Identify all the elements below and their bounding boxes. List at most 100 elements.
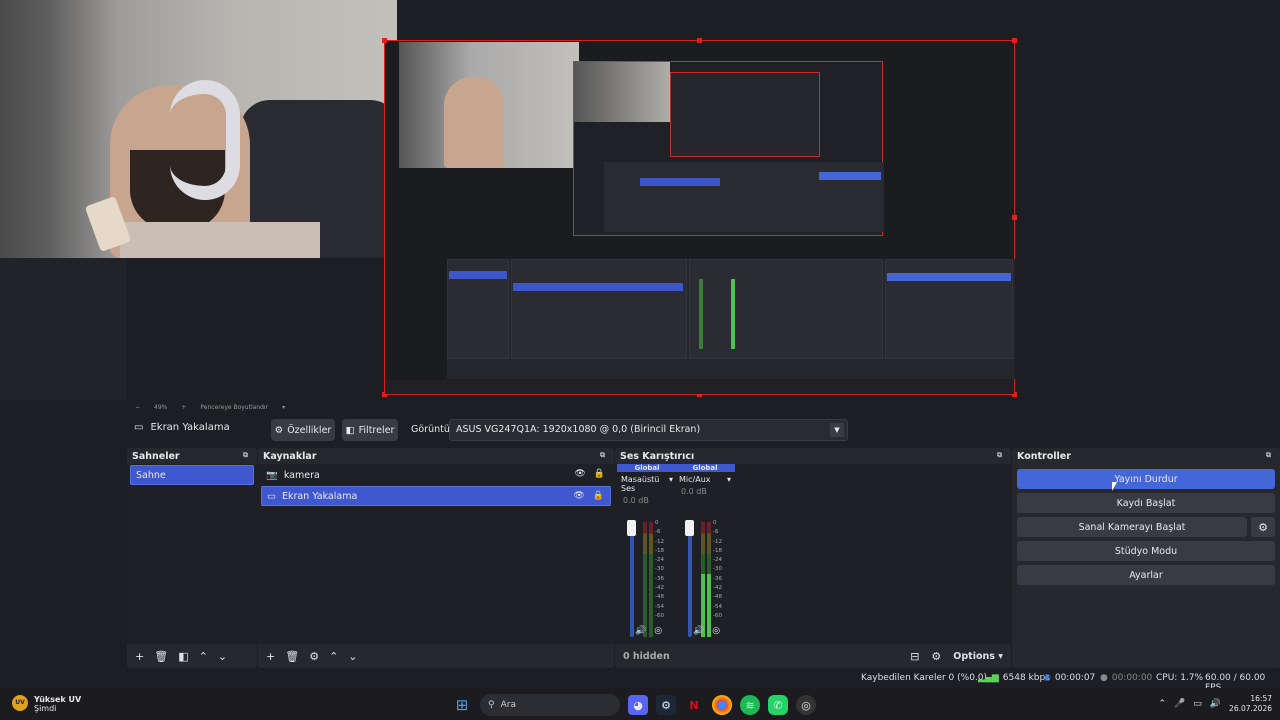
system-tray: ⌃ 🎤 ▭ 🔊 16:57 26.07.2026 bbox=[1159, 694, 1272, 714]
scale-tick: -30 bbox=[713, 566, 722, 573]
weather-widget[interactable]: UV Yüksek UV Şimdi bbox=[12, 695, 81, 713]
eye-icon[interactable]: 👁 bbox=[574, 469, 585, 479]
fit-window-button[interactable]: Pencereye Boyutlandır bbox=[200, 404, 268, 411]
volume-fader[interactable] bbox=[688, 522, 692, 637]
trash-icon[interactable]: 🗑 bbox=[285, 650, 299, 663]
discord-icon[interactable]: ◕ bbox=[628, 695, 648, 715]
speaker-icon[interactable]: 🔊 bbox=[693, 626, 704, 636]
resize-handle[interactable] bbox=[697, 38, 702, 43]
display-select[interactable]: ASUS VG247Q1A: 1920x1080 @ 0,0 (Birincil… bbox=[449, 419, 848, 441]
source-item-screen-capture[interactable]: ▭ Ekran Yakalama 👁 🔒 bbox=[261, 486, 611, 506]
nested-taskbar bbox=[385, 380, 1014, 394]
monitor-audio-icon[interactable]: ◎ bbox=[654, 626, 662, 636]
speaker-icon[interactable]: 🔊 bbox=[635, 626, 646, 636]
obs-icon[interactable]: ◎ bbox=[796, 695, 816, 715]
eye-icon[interactable]: 👁 bbox=[573, 491, 584, 501]
source-item-camera[interactable]: 📷 kamera 👁 🔒 bbox=[261, 465, 611, 485]
db-scale: 0 -6 -12 -18 -24 -30 -36 -42 -48 -54 -60 bbox=[655, 519, 664, 621]
chevron-down-icon[interactable]: ▾ bbox=[727, 475, 731, 484]
settings-button[interactable]: Ayarlar bbox=[1017, 565, 1275, 585]
resize-handle[interactable] bbox=[382, 38, 387, 43]
properties-button[interactable]: ⚙ Özellikler bbox=[271, 419, 335, 441]
scene-item[interactable]: Sahne bbox=[130, 465, 254, 485]
nested-preview bbox=[573, 61, 884, 236]
chrome-icon[interactable] bbox=[712, 695, 732, 715]
scale-tick: -60 bbox=[655, 612, 664, 619]
stream-time: ◉ 00:00:07 bbox=[1043, 673, 1095, 683]
volume-fader-knob[interactable] bbox=[627, 520, 636, 536]
scale-tick: -30 bbox=[655, 566, 664, 573]
virtual-cam-row: Sanal Kamerayı Başlat ⚙ bbox=[1017, 517, 1275, 537]
zoom-bar: − 49% + Pencereye Boyutlandır ▾ bbox=[127, 400, 1280, 414]
monitor-audio-icon[interactable]: ◎ bbox=[712, 626, 720, 636]
add-icon[interactable]: + bbox=[266, 650, 275, 663]
resize-handle[interactable] bbox=[1012, 215, 1017, 220]
zoom-dropdown-icon[interactable]: ▾ bbox=[282, 404, 285, 411]
level-meter bbox=[649, 522, 653, 637]
taskbar-search[interactable]: ⚲ Ara bbox=[480, 694, 620, 716]
add-icon[interactable]: + bbox=[135, 650, 144, 663]
whatsapp-icon[interactable]: ✆ bbox=[768, 695, 788, 715]
volume-icon[interactable]: 🔊 bbox=[1210, 699, 1221, 709]
search-icon: ⚲ bbox=[488, 700, 495, 710]
spotify-icon[interactable]: ≋ bbox=[740, 695, 760, 715]
undock-icon[interactable]: ⧉ bbox=[997, 451, 1006, 460]
channel-name[interactable]: Mic/Aux ▾ bbox=[675, 472, 735, 487]
scale-tick: -48 bbox=[713, 594, 722, 601]
sources-dock: Kaynaklar ⧉ 📷 kamera 👁 🔒 ▭ Ekran Yakalama … bbox=[258, 448, 614, 668]
resize-handle[interactable] bbox=[1012, 38, 1017, 43]
windows-start-icon[interactable]: ⊞ bbox=[452, 695, 472, 715]
filters-label: Filtreler bbox=[358, 424, 395, 436]
screen-capture-source[interactable] bbox=[382, 38, 1017, 397]
gear-icon[interactable]: ⚙ bbox=[1251, 517, 1275, 537]
obs-window: ─ ❐ ✕ bbox=[0, 0, 1280, 720]
volume-fader-knob[interactable] bbox=[685, 520, 694, 536]
preview-canvas[interactable] bbox=[0, 0, 1280, 400]
chevron-down-icon[interactable]: ▾ bbox=[669, 475, 673, 493]
zoom-in-button[interactable]: + bbox=[181, 404, 186, 411]
move-down-icon[interactable]: ⌄ bbox=[348, 650, 357, 663]
microphone-icon[interactable]: 🎤 bbox=[1174, 699, 1185, 709]
undock-icon[interactable]: ⧉ bbox=[600, 451, 609, 460]
advanced-audio-icon[interactable]: ⚙ bbox=[931, 650, 941, 663]
scale-tick: 0 bbox=[713, 520, 717, 526]
stop-stream-button[interactable]: Yayını Durdur bbox=[1017, 469, 1275, 489]
undock-icon[interactable]: ⧉ bbox=[1266, 451, 1275, 460]
steam-icon[interactable]: ⚙ bbox=[656, 695, 676, 715]
volume-fader[interactable] bbox=[630, 522, 634, 637]
sources-list: 📷 kamera 👁 🔒 ▭ Ekran Yakalama 👁 🔒 bbox=[258, 464, 614, 644]
zoom-out-button[interactable]: − bbox=[135, 404, 140, 411]
cpu-usage: CPU: 1.7% bbox=[1156, 673, 1204, 683]
source-item-label: kamera bbox=[283, 469, 320, 481]
streamer-shirt bbox=[120, 222, 320, 258]
channel-name[interactable]: Masaüstü Ses ▾ bbox=[617, 472, 677, 496]
scale-tick: -36 bbox=[655, 575, 664, 582]
lock-icon[interactable]: 🔒 bbox=[594, 469, 605, 479]
channel-name-label: Mic/Aux bbox=[679, 475, 711, 484]
filters-button[interactable]: ◧ Filtreler bbox=[342, 419, 398, 441]
nested-webcam bbox=[399, 42, 579, 168]
studio-mode-button[interactable]: Stüdyo Modu bbox=[1017, 541, 1275, 561]
move-up-icon[interactable]: ⌃ bbox=[329, 650, 338, 663]
virtual-camera-button[interactable]: Sanal Kamerayı Başlat bbox=[1017, 517, 1247, 537]
gear-icon[interactable]: ⚙ bbox=[309, 650, 319, 663]
webcam-feed[interactable] bbox=[0, 0, 397, 258]
move-down-icon[interactable]: ⌄ bbox=[218, 650, 227, 663]
layout-icon[interactable]: ⊟ bbox=[910, 650, 919, 663]
start-record-button[interactable]: Kaydı Başlat bbox=[1017, 493, 1275, 513]
trash-icon[interactable]: 🗑 bbox=[154, 650, 168, 663]
scene-filters-icon[interactable]: ◧ bbox=[178, 650, 188, 663]
undock-icon[interactable]: ⧉ bbox=[243, 451, 252, 460]
scale-tick: -12 bbox=[713, 538, 722, 545]
options-button[interactable]: Options ▾ bbox=[953, 651, 1003, 662]
uv-badge: UV bbox=[12, 695, 28, 711]
tray-overflow-icon[interactable]: ⌃ bbox=[1159, 699, 1167, 709]
network-icon[interactable]: ▭ bbox=[1193, 699, 1202, 709]
windows-taskbar: UV Yüksek UV Şimdi ⊞ ⚲ Ara ◕ ⚙ N ≋ ✆ ◎ ⌃ … bbox=[0, 688, 1280, 720]
controls-title: Kontroller bbox=[1017, 451, 1071, 462]
clock[interactable]: 16:57 26.07.2026 bbox=[1229, 694, 1272, 714]
netflix-icon[interactable]: N bbox=[684, 695, 704, 715]
chevron-down-icon[interactable]: ▼ bbox=[830, 423, 844, 437]
move-up-icon[interactable]: ⌃ bbox=[199, 650, 208, 663]
lock-icon[interactable]: 🔒 bbox=[593, 491, 604, 501]
